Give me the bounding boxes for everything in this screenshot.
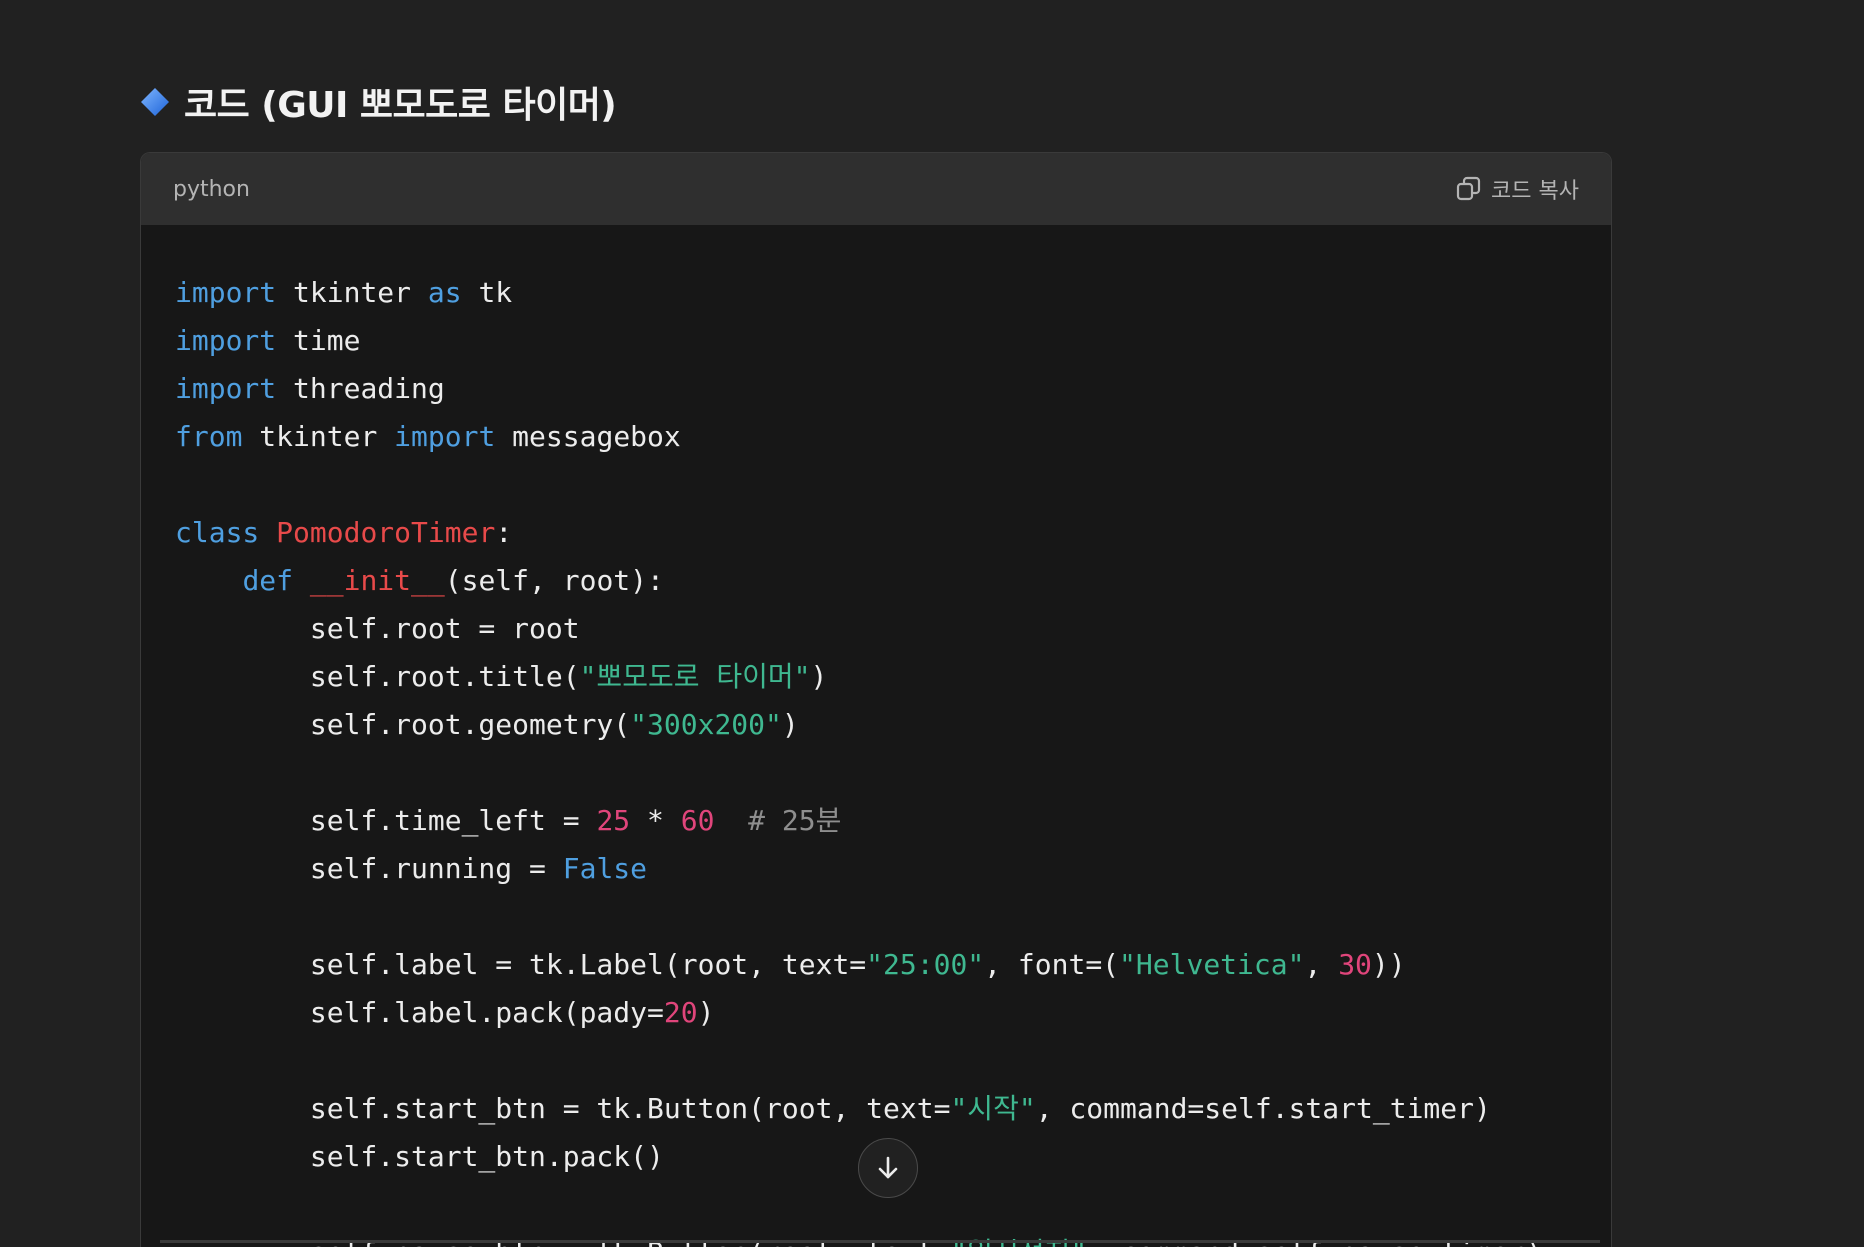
code-token: as xyxy=(427,276,462,309)
code-token: from xyxy=(175,420,243,453)
code-token: time xyxy=(276,324,361,357)
code-token: 20 xyxy=(663,996,698,1029)
code-line: self.root.geometry("300x200") xyxy=(175,701,1611,749)
code-line: self.label.pack(pady=20) xyxy=(175,989,1611,1037)
code-language-label: python xyxy=(173,176,250,202)
code-token: ) xyxy=(781,708,799,741)
blue-diamond-icon xyxy=(141,88,169,116)
code-token: , xyxy=(1304,948,1339,981)
code-token: import xyxy=(394,420,496,453)
code-token: ) xyxy=(810,660,828,693)
code-token: self.root.geometry( xyxy=(175,708,631,741)
code-line: import time xyxy=(175,317,1611,365)
code-token: 60 xyxy=(680,804,715,837)
code-token: tk xyxy=(461,276,513,309)
code-token: PomodoroTimer xyxy=(276,516,496,549)
code-line: def __init__(self, root): xyxy=(175,557,1611,605)
code-token: self.start_btn.pack() xyxy=(175,1140,664,1173)
code-token: 30 xyxy=(1338,948,1372,981)
code-token: "뽀모도로 타이머" xyxy=(579,660,811,693)
code-line: from tkinter import messagebox xyxy=(175,413,1611,461)
code-line: self.start_btn = tk.Button(root, text="시… xyxy=(175,1085,1611,1133)
scroll-divider xyxy=(160,1240,1600,1243)
scroll-to-bottom-button[interactable] xyxy=(858,1138,918,1198)
code-token: "300x200" xyxy=(630,708,782,741)
code-token: (self, root): xyxy=(444,564,664,597)
code-line: self.root = root xyxy=(175,605,1611,653)
code-token: self.running = xyxy=(175,852,563,885)
copy-icon xyxy=(1456,176,1481,201)
code-line: import tkinter as tk xyxy=(175,269,1611,317)
code-token: import xyxy=(175,324,277,357)
code-token: , command=self.start_timer) xyxy=(1035,1092,1491,1125)
code-token: # 25분 xyxy=(748,804,842,837)
code-token: False xyxy=(562,852,648,885)
code-token: : xyxy=(495,516,513,549)
code-token: self.label.pack(pady= xyxy=(175,996,664,1029)
code-token: self.start_btn = tk.Button(root, text= xyxy=(175,1092,951,1125)
code-token: __init__ xyxy=(309,564,445,597)
copy-code-button[interactable]: 코드 복사 xyxy=(1455,173,1579,205)
code-token: ) xyxy=(697,996,715,1029)
code-token: tkinter xyxy=(276,276,428,309)
code-token: threading xyxy=(276,372,445,405)
code-token: "Helvetica" xyxy=(1119,948,1305,981)
code-block-header: python 코드 복사 xyxy=(141,153,1611,225)
code-line: self.time_left = 25 * 60 # 25분 xyxy=(175,797,1611,845)
code-token: import xyxy=(175,372,277,405)
code-line: self.pause_btn = tk.Button(root, text="일… xyxy=(175,1229,1611,1247)
code-token: def xyxy=(242,564,294,597)
section-heading: 코드 (GUI 뽀모도로 타이머) xyxy=(140,76,617,128)
code-token: , font=( xyxy=(984,948,1120,981)
code-token: messagebox xyxy=(495,420,681,453)
section-heading-text: 코드 (GUI 뽀모도로 타이머) xyxy=(184,85,617,126)
code-token: tkinter xyxy=(242,420,395,453)
copy-code-label: 코드 복사 xyxy=(1491,179,1579,204)
code-line: self.running = False xyxy=(175,845,1611,893)
code-token: 25 xyxy=(596,804,631,837)
code-line: self.root.title("뽀모도로 타이머") xyxy=(175,653,1611,701)
code-token: "시작" xyxy=(950,1092,1036,1125)
code-line: self.label = tk.Label(root, text="25:00"… xyxy=(175,941,1611,989)
code-token: self.time_left = xyxy=(175,804,597,837)
code-token: * xyxy=(630,804,681,837)
code-token: class xyxy=(175,516,260,549)
code-line: class PomodoroTimer: xyxy=(175,509,1611,557)
code-token: self.root = root xyxy=(175,612,580,645)
code-content[interactable]: import tkinter as tk import time import th… xyxy=(141,225,1611,1247)
arrow-down-icon xyxy=(878,1156,898,1179)
code-token: import xyxy=(175,276,277,309)
code-line: import threading xyxy=(175,365,1611,413)
code-token: self.root.title( xyxy=(175,660,580,693)
code-token: self.label = tk.Label(root, text= xyxy=(175,948,867,981)
code-token: "25:00" xyxy=(866,948,985,981)
code-block: python 코드 복사 import tkinter as tk import … xyxy=(140,152,1612,1247)
code-token: )) xyxy=(1371,948,1406,981)
